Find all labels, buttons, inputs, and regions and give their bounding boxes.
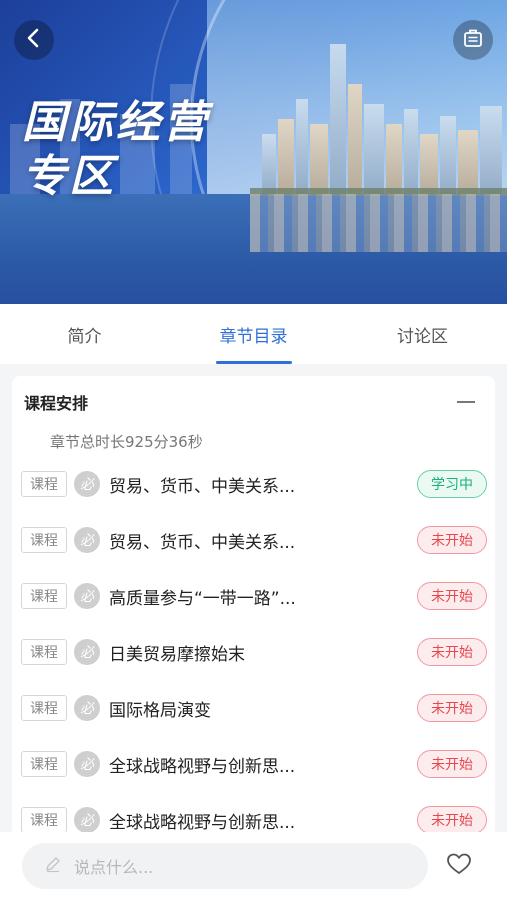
course-tag: 课程 xyxy=(21,471,67,497)
status-badge: 未开始 xyxy=(417,638,487,666)
chapter-duration: 章节总时长925分36秒 xyxy=(50,433,203,451)
course-title: 全球战略视野与创新思... xyxy=(109,756,296,777)
tab-chapters[interactable]: 章节目录 xyxy=(169,304,338,364)
course-title: 贸易、货币、中美关系... xyxy=(109,476,296,497)
banner-title: 国际经营 专区 xyxy=(22,96,210,204)
list-item[interactable]: 课程 必 日美贸易摩擦始末 未开始 xyxy=(12,624,495,680)
list-item[interactable]: 课程 必 全球战略视野与创新思... 未开始 xyxy=(12,736,495,792)
comment-input[interactable]: 说点什么... xyxy=(22,843,428,889)
chevron-left-icon xyxy=(26,28,42,52)
minus-icon xyxy=(457,401,475,403)
clipboard-icon xyxy=(462,27,484,53)
tab-discussion[interactable]: 讨论区 xyxy=(338,304,507,364)
status-badge: 未开始 xyxy=(417,750,487,778)
compulsory-icon: 必 xyxy=(74,583,100,609)
course-banner: 国际经营 专区 xyxy=(0,0,507,304)
back-button[interactable] xyxy=(14,20,54,60)
course-title: 国际格局演变 xyxy=(109,700,211,721)
like-button[interactable] xyxy=(444,851,474,881)
section-title: 课程安排 xyxy=(24,394,89,413)
banner-title-line1: 国际经营 xyxy=(22,97,210,148)
comment-bar: 说点什么... xyxy=(0,832,507,900)
status-badge: 未开始 xyxy=(417,526,487,554)
heart-icon xyxy=(446,852,472,880)
compulsory-icon: 必 xyxy=(74,639,100,665)
course-tag: 课程 xyxy=(21,639,67,665)
course-tag: 课程 xyxy=(21,695,67,721)
compulsory-icon: 必 xyxy=(74,807,100,833)
course-title: 高质量参与“一带一路”... xyxy=(109,588,296,609)
share-button[interactable] xyxy=(453,20,493,60)
tab-bar: 简介 章节目录 讨论区 xyxy=(0,304,507,364)
course-title: 全球战略视野与创新思... xyxy=(109,812,296,833)
status-badge: 未开始 xyxy=(417,582,487,610)
course-tag: 课程 xyxy=(21,807,67,833)
status-badge: 未开始 xyxy=(417,694,487,722)
banner-title-line2: 专区 xyxy=(22,151,116,202)
compulsory-icon: 必 xyxy=(74,471,100,497)
comment-placeholder: 说点什么... xyxy=(74,858,154,877)
compulsory-icon: 必 xyxy=(74,695,100,721)
course-schedule-card: 课程安排 章节总时长925分36秒 课程 必 贸易、货币、中美关系... 学习中… xyxy=(12,376,495,836)
list-item[interactable]: 课程 必 贸易、货币、中美关系... 学习中 xyxy=(12,456,495,512)
banner-reflection xyxy=(250,194,507,252)
list-item[interactable]: 课程 必 贸易、货币、中美关系... 未开始 xyxy=(12,512,495,568)
course-tag: 课程 xyxy=(21,751,67,777)
list-item[interactable]: 课程 必 国际格局演变 未开始 xyxy=(12,680,495,736)
list-item[interactable]: 课程 必 全球战略视野与创新思... 未开始 xyxy=(12,792,495,836)
compulsory-icon: 必 xyxy=(74,751,100,777)
course-tag: 课程 xyxy=(21,583,67,609)
tab-intro[interactable]: 简介 xyxy=(0,304,169,364)
status-badge: 未开始 xyxy=(417,806,487,834)
collapse-button[interactable] xyxy=(449,393,483,411)
pencil-icon xyxy=(44,855,62,877)
course-title: 贸易、货币、中美关系... xyxy=(109,532,296,553)
status-badge: 学习中 xyxy=(417,470,487,498)
list-item[interactable]: 课程 必 高质量参与“一带一路”... 未开始 xyxy=(12,568,495,624)
course-title: 日美贸易摩擦始末 xyxy=(109,644,245,665)
compulsory-icon: 必 xyxy=(74,527,100,553)
course-tag: 课程 xyxy=(21,527,67,553)
